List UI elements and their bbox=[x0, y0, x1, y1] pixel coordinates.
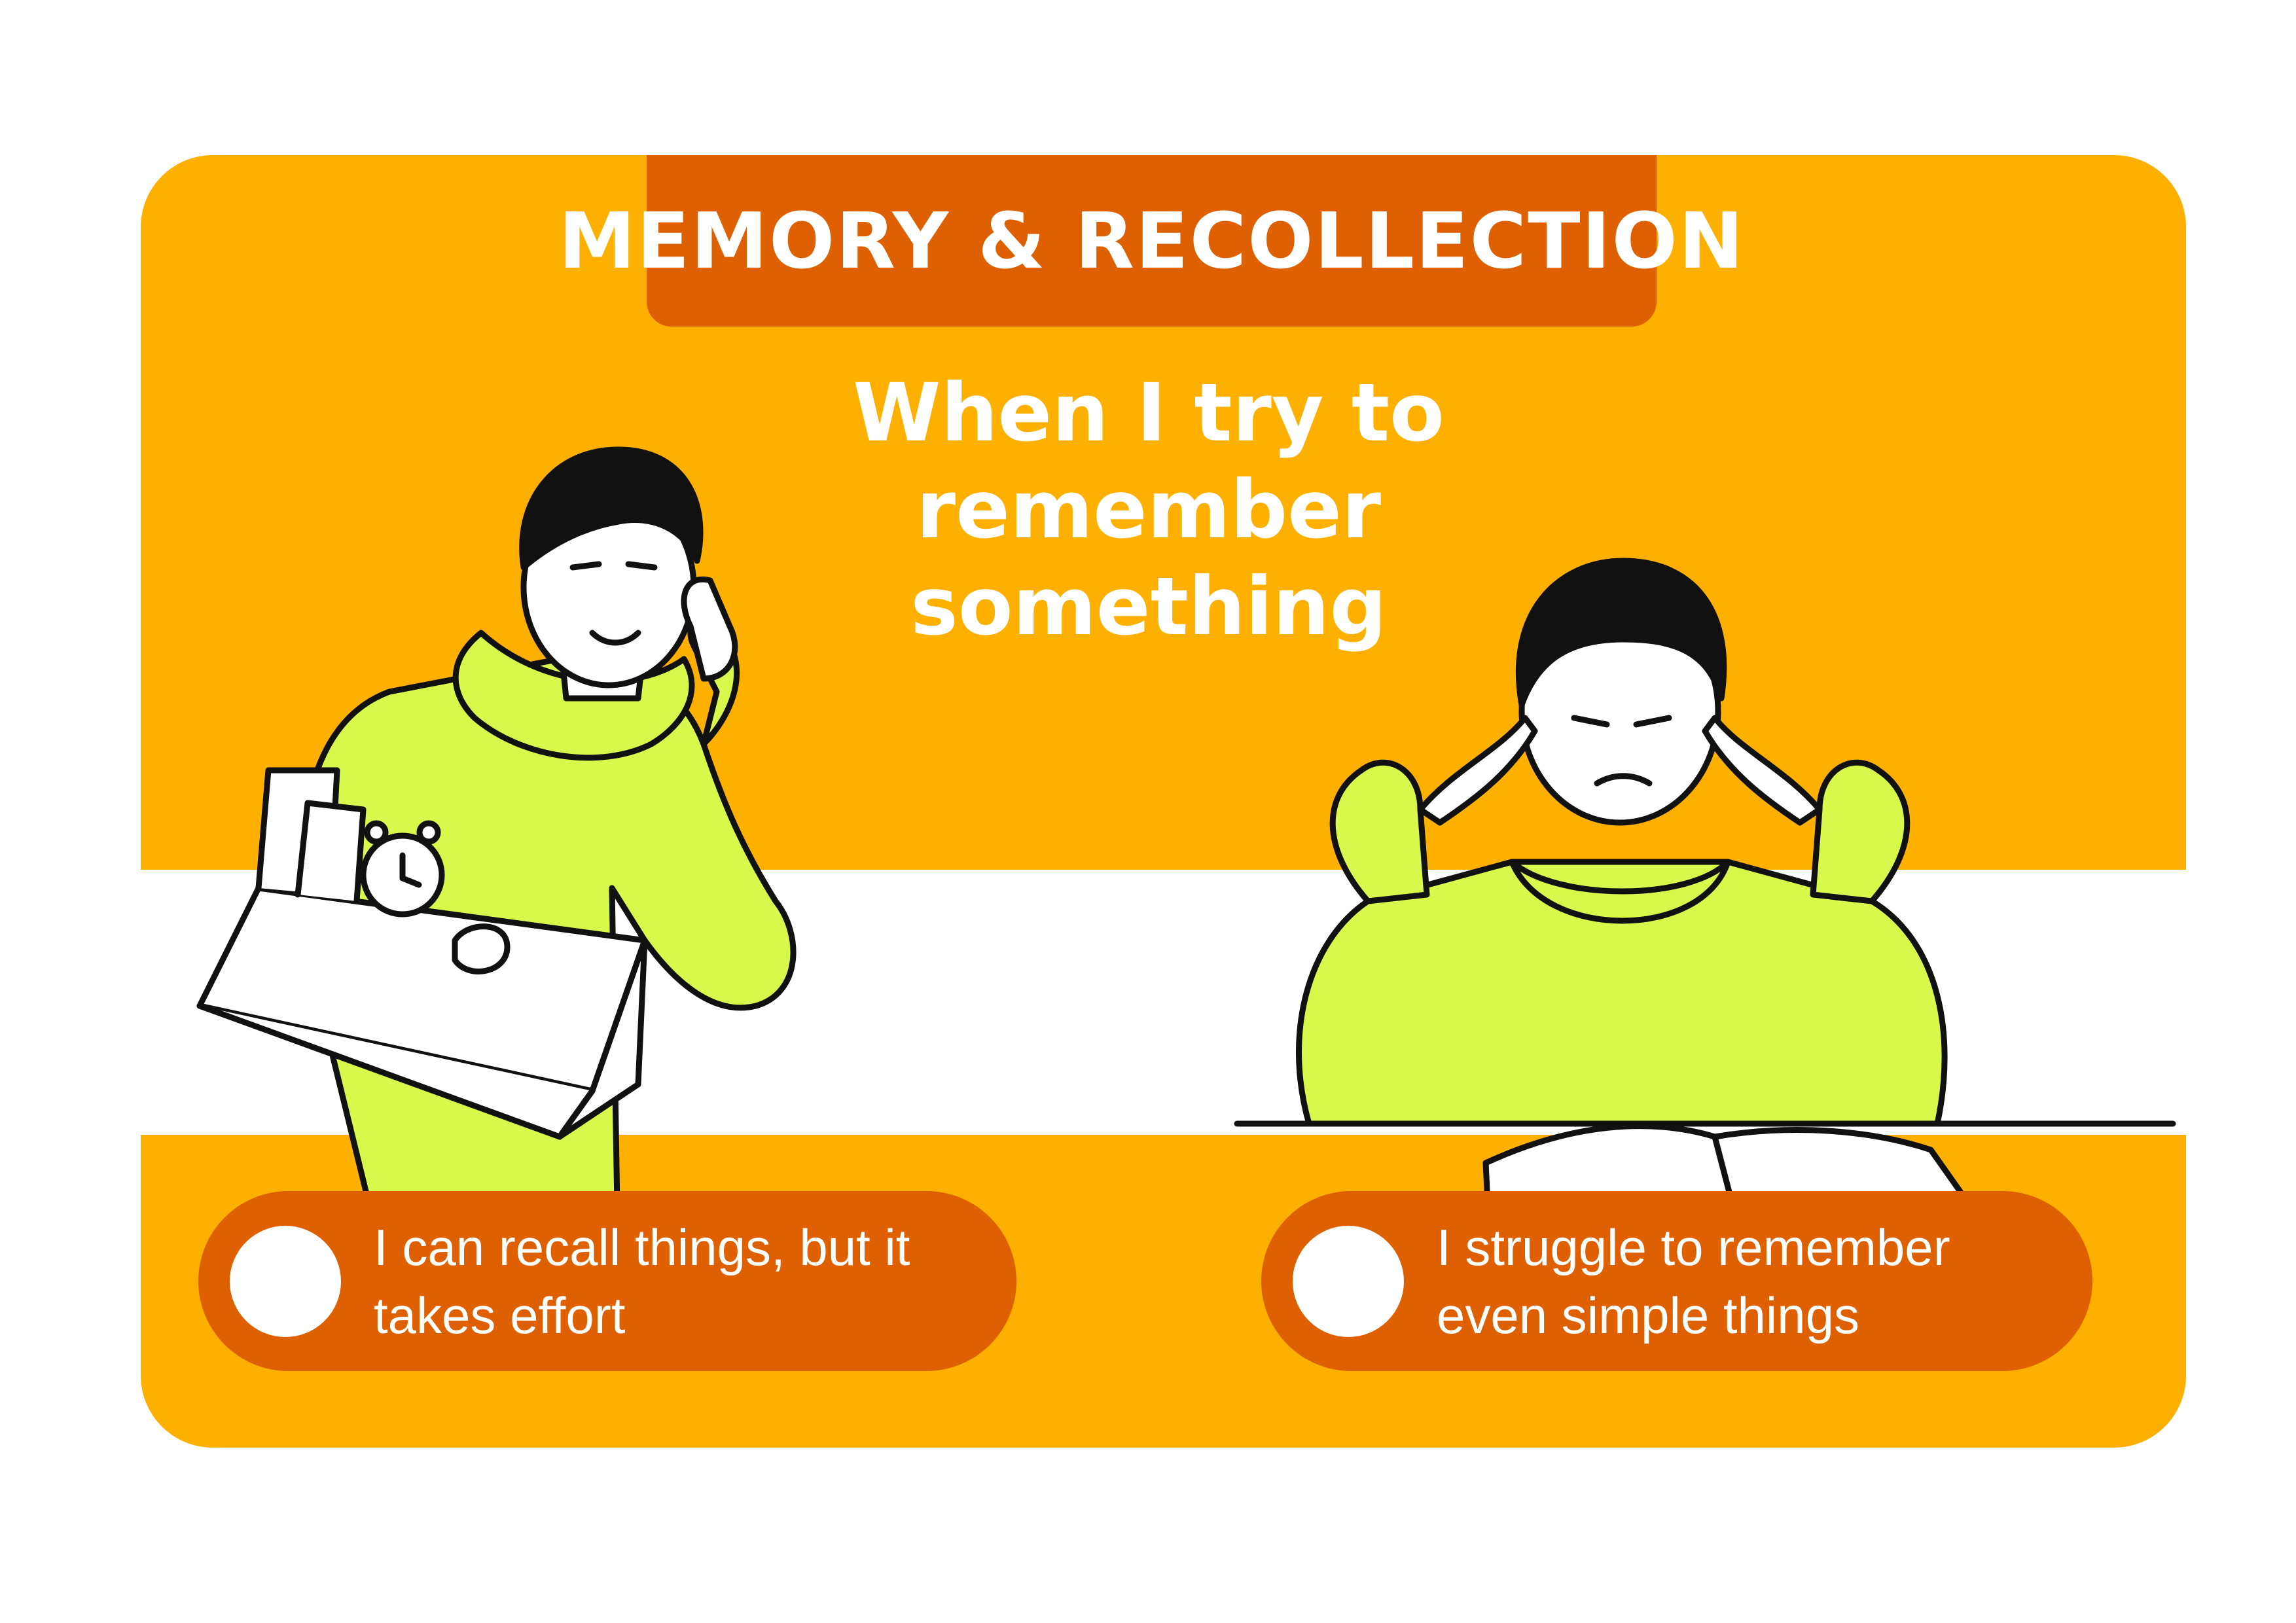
answer-option-1[interactable]: I can recall things, but it takes effort bbox=[198, 1191, 1016, 1371]
answer-option-1-label: I can recall things, but it takes effort bbox=[374, 1213, 910, 1349]
answer-option-2-line-2: even simple things bbox=[1437, 1286, 1860, 1344]
category-title: MEMORY & RECOLLECTION bbox=[558, 196, 1745, 286]
answer-option-1-line-2: takes effort bbox=[374, 1286, 626, 1344]
category-header: MEMORY & RECOLLECTION bbox=[558, 155, 1744, 327]
answer-option-2-label: I struggle to remember even simple thing… bbox=[1437, 1213, 1950, 1349]
man-holding-box-pointing-to-temple-icon bbox=[196, 446, 797, 1291]
answer-option-1-line-1: I can recall things, but it bbox=[374, 1218, 910, 1276]
radio-button-2[interactable] bbox=[1293, 1225, 1404, 1337]
question-card: MEMORY & RECOLLECTION When I try to reme… bbox=[141, 155, 2186, 1448]
answer-option-2[interactable]: I struggle to remember even simple thing… bbox=[1261, 1191, 2092, 1371]
answer-option-2-line-1: I struggle to remember bbox=[1437, 1218, 1950, 1276]
radio-button-1[interactable] bbox=[230, 1225, 341, 1337]
man-frustrated-at-desk-with-book-icon bbox=[1234, 558, 2176, 1304]
